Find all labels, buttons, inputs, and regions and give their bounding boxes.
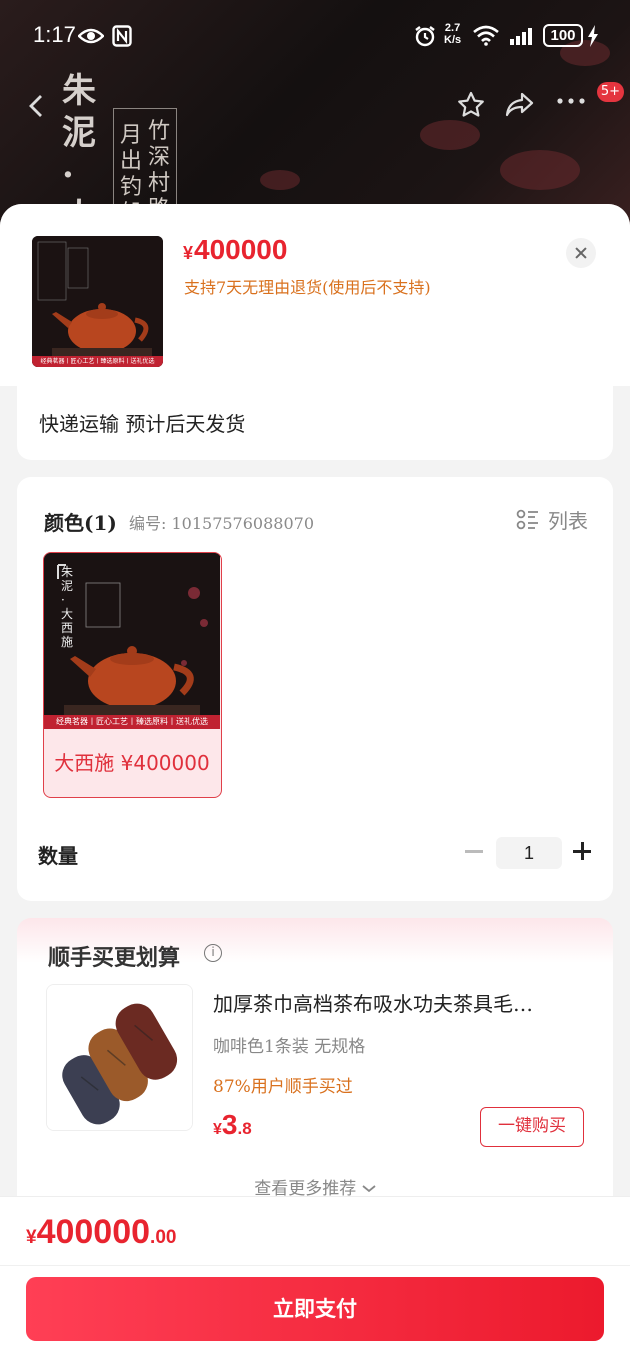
alarm-icon [415, 26, 435, 47]
net-speed-value: 2.7 [444, 22, 461, 34]
options-card: 颜色(1) 编号: 10157576088070 列表 朱泥·大西施 经典茗器丨… [17, 477, 613, 901]
hero-poem-box: 竹深村路 月出钓船 [113, 108, 177, 226]
nfc-icon [112, 25, 132, 47]
return-policy: 支持7天无理由退货(使用后不支持) [184, 278, 431, 297]
thumbnail-banner: 经典茗器丨匠心工艺丨臻选原料丨送礼优选 [40, 358, 155, 365]
upsell-price-dec: .8 [237, 1119, 252, 1138]
top-actions [448, 84, 608, 128]
pay-now-button[interactable]: 立即支付 [26, 1277, 604, 1341]
battery-indicator: 100 [543, 24, 583, 47]
option-title: 颜色(1) [44, 511, 117, 535]
upsell-title: 顺手买更划算 [48, 946, 181, 971]
status-bar: 1:17 2.7 K/s 100 [0, 0, 630, 70]
app-root: { "status_bar": {"time": "1:17", "net_sp… [0, 0, 630, 1360]
divider [0, 1265, 630, 1266]
shipping-text: 快递运输 预计后天发货 [39, 412, 246, 436]
purchase-sheet: 经典茗器丨匠心工艺丨臻选原料丨送礼优选 ¥400000 支持7天无理由退货(使用… [0, 204, 630, 1360]
total-currency: ¥ [26, 1227, 37, 1248]
upsell-spec: 咖啡色1条装 无规格 [213, 1037, 366, 1057]
chevron-down-icon [362, 1185, 376, 1193]
total-int: 400000 [36, 1213, 151, 1251]
net-speed-unit: K/s [444, 34, 462, 46]
teapot-image [32, 236, 163, 367]
variant-image: 朱泥·大西施 经典茗器丨匠心工艺丨臻选原料丨送礼优选 [44, 553, 220, 729]
variant-image-title: 朱泥·大西施 [61, 565, 74, 649]
wifi-icon [473, 25, 499, 46]
charging-icon [588, 25, 598, 47]
list-view-toggle[interactable]: 列表 [516, 505, 588, 534]
variant-option[interactable]: 朱泥·大西施 经典茗器丨匠心工艺丨臻选原料丨送礼优选 大西施 ¥400000 [43, 552, 222, 798]
hero-char: 朱 [62, 71, 96, 111]
battery-level: 100 [550, 27, 576, 44]
total-price: ¥400000.00 [26, 1213, 176, 1252]
tea-towel-image [47, 985, 192, 1130]
variant-image-banner: 经典茗器丨匠心工艺丨臻选原料丨送礼优选 [56, 717, 208, 726]
share-icon[interactable] [504, 90, 536, 120]
status-time: 1:17 [33, 22, 76, 47]
upsell-card: 顺手买更划算 i 加厚茶巾高档茶布吸水功夫茶具毛… 咖啡色1条装 无规格 87%… [17, 918, 613, 1218]
product-thumbnail: 经典茗器丨匠心工艺丨臻选原料丨送礼优选 [32, 236, 163, 367]
back-button[interactable] [18, 86, 56, 126]
notification-badge: 5+ [596, 82, 624, 102]
checkout-bar: ¥400000.00 立即支付 [0, 1196, 630, 1360]
info-icon[interactable]: i [204, 944, 222, 962]
product-code: 编号: 10157576088070 [129, 514, 314, 533]
more-icon[interactable] [556, 96, 586, 106]
list-view-label: 列表 [548, 509, 588, 533]
quantity-input[interactable]: 1 [496, 837, 562, 869]
quantity-decrement-button[interactable] [463, 839, 487, 863]
price-currency: ¥ [183, 243, 194, 263]
hero-char: · [62, 155, 74, 195]
total-dec: .00 [150, 1227, 177, 1248]
product-price: ¥400000 [183, 234, 287, 266]
upsell-price-int: 3 [221, 1109, 238, 1140]
upsell-product-name[interactable]: 加厚茶巾高档茶布吸水功夫茶具毛… [213, 988, 533, 1017]
list-icon [516, 509, 538, 529]
upsell-image[interactable] [46, 984, 193, 1131]
upsell-price-currency: ¥ [213, 1121, 222, 1138]
variant-label: 大西施 ¥400000 [54, 751, 210, 775]
one-click-buy-button[interactable]: 一键购买 [480, 1107, 584, 1147]
signal-icon [510, 28, 532, 45]
net-speed: 2.7 K/s [444, 22, 461, 46]
quantity-label: 数量 [38, 844, 78, 868]
chevron-left-icon [29, 95, 42, 117]
hero-char: 泥 [62, 113, 96, 153]
shipping-card: 快递运输 预计后天发货 [17, 386, 613, 460]
star-icon[interactable] [456, 90, 486, 120]
eye-icon [78, 28, 104, 44]
close-button[interactable] [566, 238, 596, 268]
sheet-header: 经典茗器丨匠心工艺丨臻选原料丨送礼优选 ¥400000 支持7天无理由退货(使用… [0, 204, 630, 386]
upsell-price: ¥3.8 [213, 1109, 252, 1141]
quantity-increment-button[interactable] [570, 839, 594, 863]
price-value: 400000 [194, 234, 288, 265]
upsell-social-proof: 87%用户顺手买过 [213, 1077, 353, 1097]
